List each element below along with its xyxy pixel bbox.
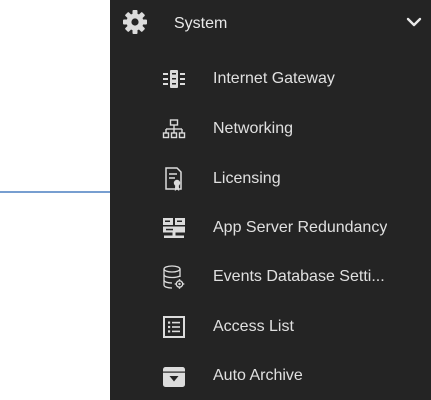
menu-item-licensing[interactable]: Licensing: [110, 157, 431, 201]
server-redundancy-icon: [163, 218, 185, 238]
gear-icon: [123, 10, 147, 34]
menu-item-access-list[interactable]: Access List: [110, 305, 431, 349]
section-title: System: [174, 15, 228, 32]
menu-item-events-database-settings[interactable]: Events Database Setti...: [110, 255, 431, 299]
menu-item-label: Events Database Setti...: [213, 268, 385, 285]
menu-item-label: Auto Archive: [213, 367, 303, 384]
chevron-down-icon[interactable]: [406, 16, 422, 28]
network-tree-icon: [162, 119, 186, 139]
sidebar-panel: System Internet Gateway Networking Licen…: [110, 0, 431, 400]
menu-item-label: Networking: [213, 120, 294, 137]
license-document-icon: [165, 167, 182, 191]
menu-item-label: App Server Redundancy: [213, 219, 388, 236]
archive-box-icon: [163, 367, 185, 387]
menu-item-auto-archive[interactable]: Auto Archive: [110, 354, 431, 398]
menu-item-label: Licensing: [213, 170, 281, 187]
database-settings-icon: [163, 265, 185, 289]
menu-item-networking[interactable]: Networking: [110, 107, 431, 151]
list-icon: [163, 316, 185, 338]
menu-item-label: Internet Gateway: [213, 70, 335, 87]
menu-item-label: Access List: [213, 318, 294, 335]
menu-item-app-server-redundancy[interactable]: App Server Redundancy: [110, 206, 431, 250]
gateway-icon: [163, 70, 185, 88]
system-section-header[interactable]: System: [110, 0, 431, 46]
menu-item-internet-gateway[interactable]: Internet Gateway: [110, 57, 431, 101]
screenshot-stage: System Internet Gateway Networking Licen…: [0, 0, 431, 400]
